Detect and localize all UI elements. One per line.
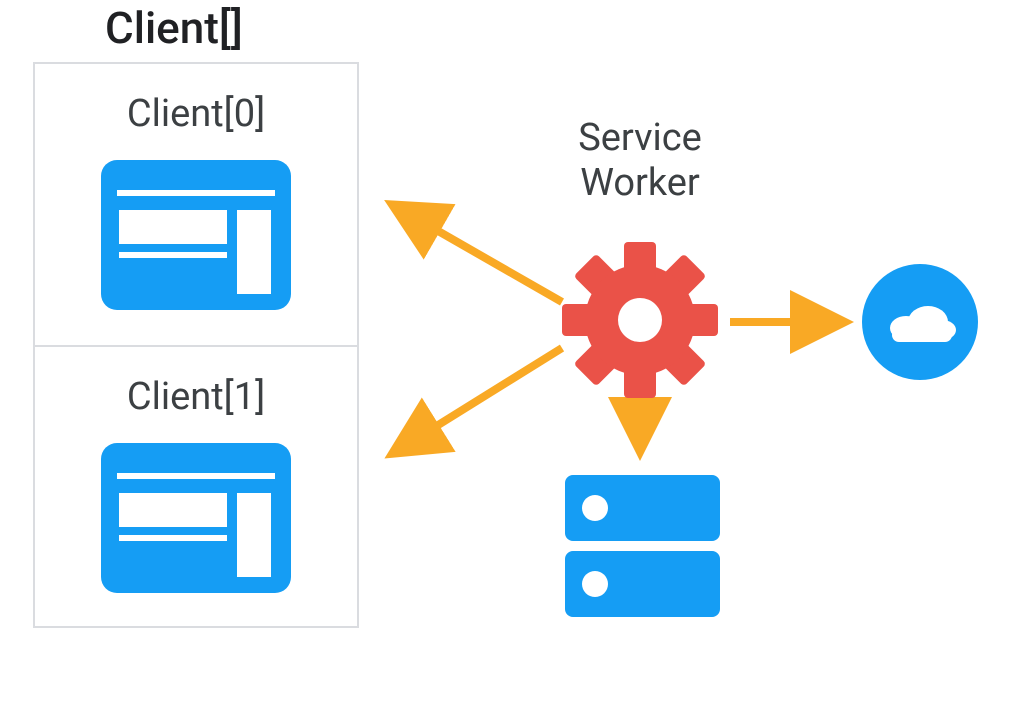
client-1-label: Client[1] bbox=[127, 375, 265, 419]
client-0-label: Client[0] bbox=[127, 92, 265, 136]
gear-icon bbox=[562, 242, 718, 398]
cloud-icon bbox=[862, 264, 978, 380]
arrow-sw-to-client0 bbox=[398, 208, 562, 302]
diagram-canvas: Client[] Client[0] Client[1] Service Wor bbox=[0, 0, 1010, 702]
arrow-sw-to-client1 bbox=[398, 348, 562, 450]
service-worker-label: Service Worker bbox=[540, 116, 740, 206]
server-icon bbox=[565, 475, 720, 617]
clients-container: Client[0] Client[1] bbox=[33, 62, 359, 628]
client-array-title: Client[] bbox=[105, 2, 243, 54]
browser-window-icon bbox=[101, 160, 291, 310]
client-cell-1: Client[1] bbox=[35, 345, 357, 626]
browser-window-icon bbox=[101, 443, 291, 593]
client-cell-0: Client[0] bbox=[35, 64, 357, 345]
